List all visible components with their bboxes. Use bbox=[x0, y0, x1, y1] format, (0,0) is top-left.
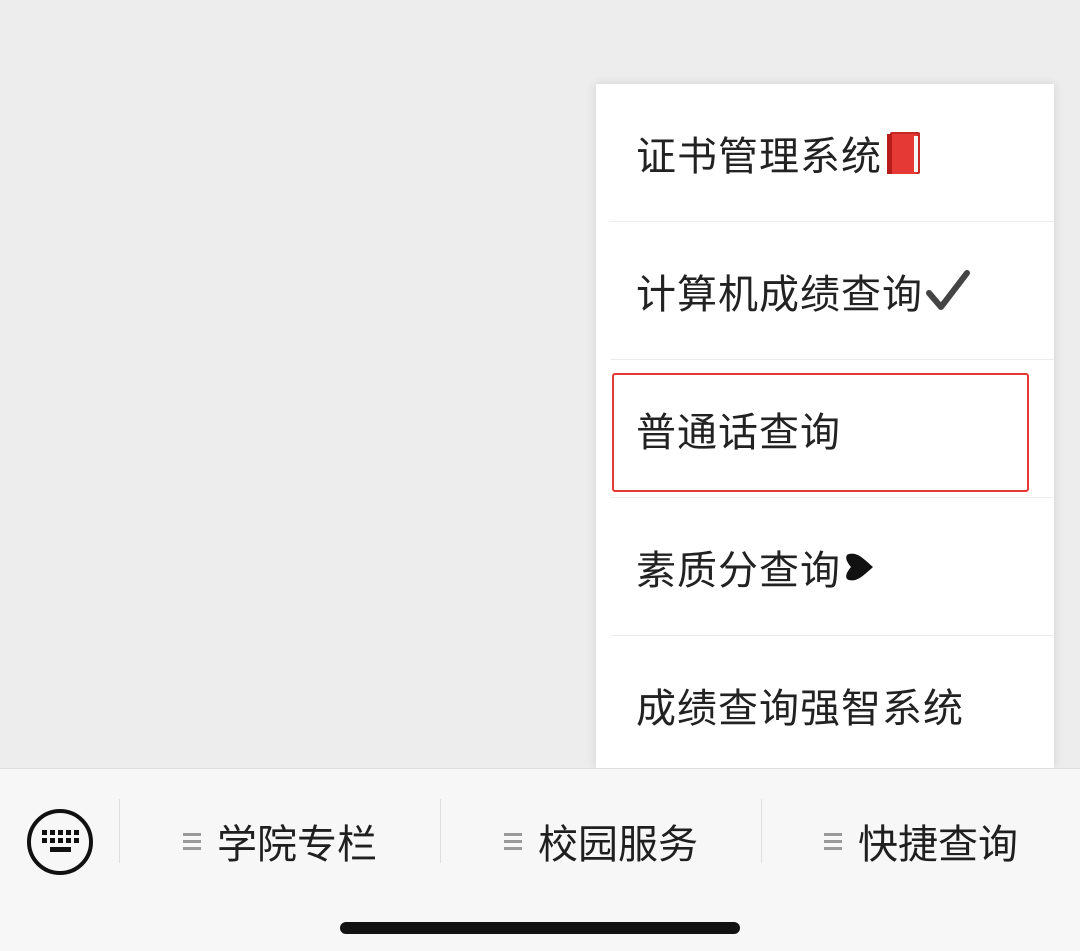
menu-item-mandarin-query[interactable]: 普通话查询 bbox=[596, 360, 1054, 497]
menu-item-label: 证书管理系统 bbox=[636, 133, 882, 180]
menu-item-quality-score[interactable]: 素质分查询 bbox=[596, 498, 1054, 635]
red-book-icon bbox=[884, 130, 924, 176]
menu-lines-icon bbox=[183, 829, 201, 854]
menu-item-computer-score[interactable]: 计算机成绩查询 bbox=[596, 222, 1054, 359]
menu-item-label: 成绩查询强智系统 bbox=[636, 685, 964, 732]
menu-lines-icon bbox=[504, 829, 522, 854]
tab-quick-query[interactable]: 快捷查询 bbox=[762, 799, 1080, 883]
home-indicator[interactable] bbox=[340, 922, 740, 934]
tab-label: 校园服务 bbox=[538, 822, 698, 868]
tab-label: 快捷查询 bbox=[858, 822, 1018, 868]
tab-campus-service[interactable]: 校园服务 bbox=[441, 799, 761, 883]
tab-college-column[interactable]: 学院专栏 bbox=[120, 799, 440, 883]
popup-submenu: 证书管理系统 计算机成绩查询 普通话查询 素质分查询 成绩查询强智系统 bbox=[596, 84, 1054, 768]
menu-item-certificate-system[interactable]: 证书管理系统 bbox=[596, 84, 1054, 221]
check-mark-icon bbox=[925, 269, 971, 313]
menu-item-label: 计算机成绩查询 bbox=[636, 271, 923, 318]
menu-item-score-qiangzhi[interactable]: 成绩查询强智系统 bbox=[596, 636, 1054, 773]
keyboard-icon[interactable] bbox=[25, 807, 95, 877]
menu-item-label: 普通话查询 bbox=[636, 409, 841, 456]
menu-item-label: 素质分查询 bbox=[636, 547, 841, 594]
menu-lines-icon bbox=[824, 829, 842, 854]
tab-label: 学院专栏 bbox=[217, 822, 377, 868]
black-heart-suit-icon bbox=[843, 550, 877, 584]
